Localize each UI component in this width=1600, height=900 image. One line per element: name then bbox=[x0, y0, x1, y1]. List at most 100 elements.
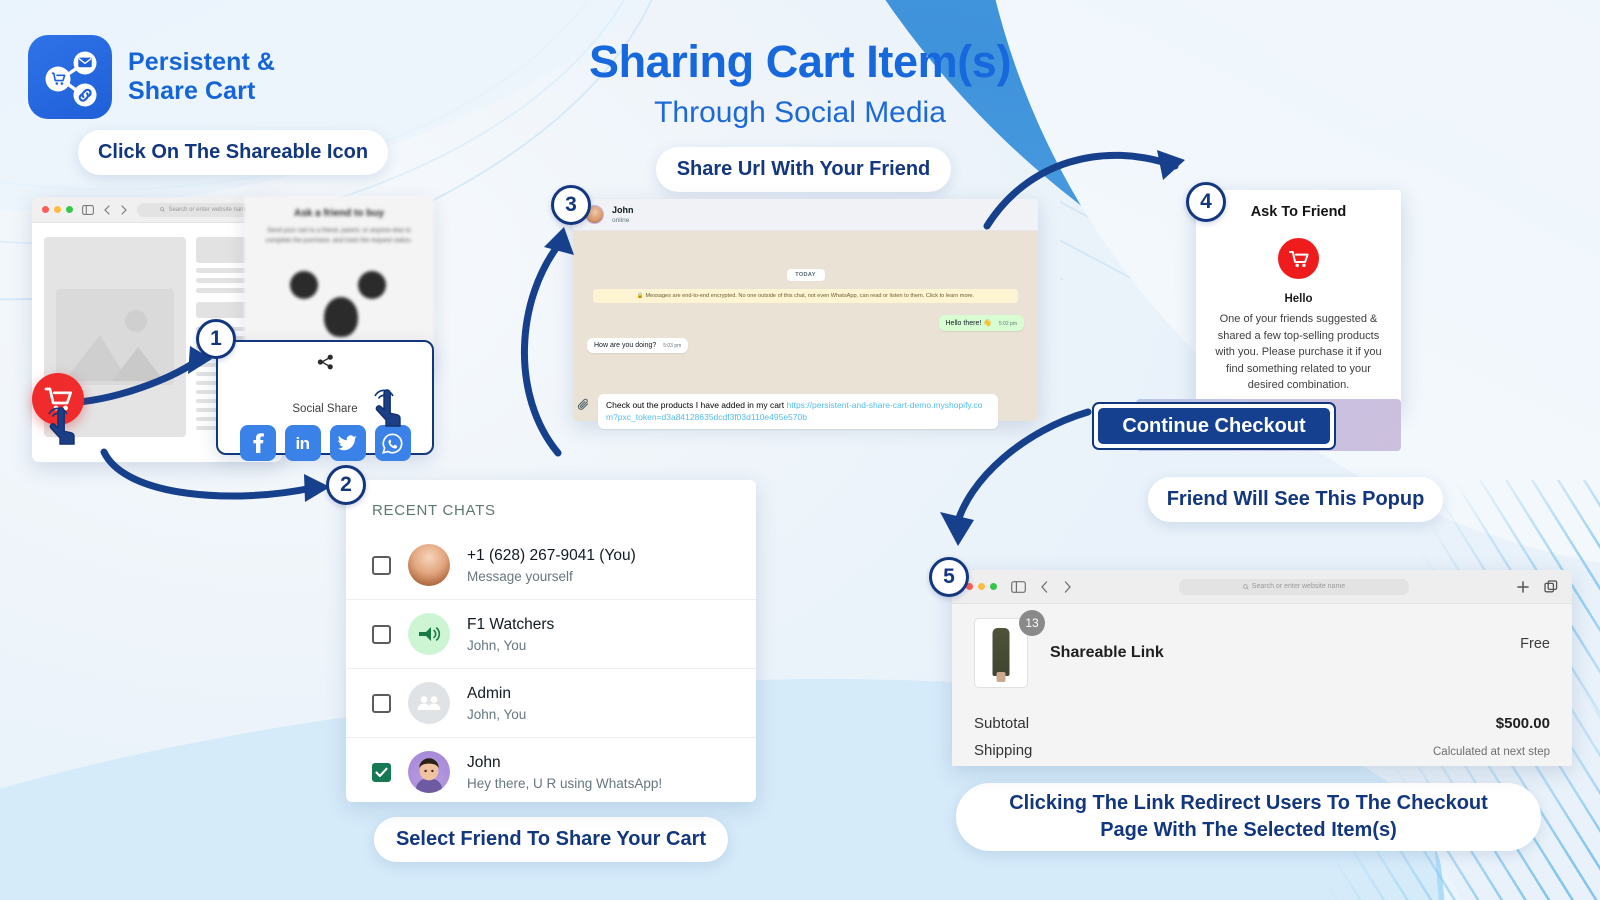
chat-subtitle: John, You bbox=[467, 706, 527, 722]
chat-name: F1 Watchers bbox=[467, 616, 555, 634]
shipping-row: Shipping Calculated at next step bbox=[974, 737, 1550, 764]
recent-chats-list: +1 (628) 267-9041 (You) Message yourself… bbox=[346, 531, 756, 802]
total-row: Total USD$500.00 bbox=[974, 764, 1550, 766]
order-line-item: 13 Shareable Link bbox=[974, 610, 1550, 688]
maximize-window-button[interactable] bbox=[66, 206, 73, 213]
list-item[interactable]: +1 (628) 267-9041 (You) Message yourself bbox=[346, 531, 756, 599]
back-arrow-icon[interactable] bbox=[103, 204, 111, 215]
address-bar-placeholder: Search or enter website name bbox=[1251, 583, 1346, 590]
chat-name: +1 (628) 267-9041 (You) bbox=[467, 547, 636, 565]
continue-checkout-button[interactable]: Continue Checkout bbox=[1092, 402, 1336, 450]
forward-arrow-icon[interactable] bbox=[1063, 580, 1072, 593]
callout-share-url-with-friend: Share Url With Your Friend bbox=[656, 147, 951, 192]
hand-pointer-icon bbox=[370, 382, 412, 435]
encryption-notice[interactable]: 🔒 Messages are end-to-end encrypted. No … bbox=[593, 289, 1018, 303]
avatar bbox=[408, 544, 450, 586]
checkout-browser-window: Search or enter website name 13 Shareabl… bbox=[952, 570, 1572, 766]
minimize-window-button[interactable] bbox=[54, 206, 61, 213]
chat-name: John bbox=[467, 754, 501, 772]
list-item[interactable]: John Hey there, U R using WhatsApp! bbox=[346, 737, 756, 802]
address-bar[interactable]: Search or enter website name bbox=[1179, 578, 1409, 595]
ask-a-friend-title: Ask a friend to buy bbox=[293, 208, 384, 219]
callout-clicking-link-redirect: Clicking The Link Redirect Users To The … bbox=[956, 783, 1541, 851]
checkout-order-summary: 13 Shareable Link Free Subtotal $500.00 … bbox=[952, 604, 1572, 766]
close-window-button[interactable] bbox=[42, 206, 49, 213]
search-icon bbox=[160, 207, 166, 212]
image-icon bbox=[56, 289, 174, 385]
friend-avatars-group bbox=[244, 255, 434, 337]
chat-header: John online bbox=[573, 199, 1038, 231]
message-time: 5:03 pm bbox=[663, 343, 682, 349]
infographic-canvas: Persistent & Share Cart Sharing Cart Ite… bbox=[0, 0, 1600, 900]
list-item[interactable]: Admin John, You bbox=[346, 668, 756, 737]
popup-body-text: One of your friends suggested & shared a… bbox=[1215, 313, 1382, 391]
message-text: Hello there! 👋 bbox=[945, 320, 992, 327]
chat-day-divider: TODAY bbox=[786, 269, 825, 281]
link-message-prefix: Check out the products I have added in m… bbox=[606, 400, 787, 410]
maximize-window-button[interactable] bbox=[990, 583, 997, 590]
callout-select-friend-to-share: Select Friend To Share Your Cart bbox=[374, 817, 728, 862]
ask-a-friend-description: Send your cart to a friend, parent, or a… bbox=[265, 227, 413, 245]
step-badge-3: 3 bbox=[551, 185, 591, 225]
chat-subtitle: Hey there, U R using WhatsApp! bbox=[467, 775, 663, 791]
chat-message-outgoing: Hello there! 👋 5:02 pm bbox=[587, 315, 1024, 331]
recent-chats-heading: RECENT CHATS bbox=[372, 502, 496, 519]
sidebar-toggle-icon[interactable] bbox=[1011, 580, 1026, 593]
order-totals: Subtotal $500.00 Shipping Calculated at … bbox=[974, 710, 1550, 766]
chat-contact-name: John bbox=[612, 205, 634, 216]
step-badge-1: 1 bbox=[196, 319, 236, 359]
encryption-notice-text: Messages are end-to-end encrypted. No on… bbox=[645, 293, 975, 299]
group-icon bbox=[408, 682, 450, 724]
callout-line-1: Clicking The Link Redirect Users To The … bbox=[1009, 792, 1488, 814]
subtotal-row: Subtotal $500.00 bbox=[974, 710, 1550, 737]
recent-chats-card: RECENT CHATS +1 (628) 267-9041 (You) Mes… bbox=[346, 480, 756, 802]
message-time: 5:02 pm bbox=[998, 321, 1017, 327]
facebook-share-button[interactable] bbox=[239, 425, 276, 461]
paperclip-icon bbox=[577, 398, 590, 416]
social-share-buttons: in bbox=[218, 389, 432, 461]
window-controls[interactable] bbox=[42, 206, 73, 213]
plus-icon[interactable] bbox=[1516, 580, 1530, 594]
order-item-name: Shareable Link bbox=[1050, 644, 1164, 661]
linkedin-glyph: in bbox=[295, 433, 310, 453]
browser-toolbar: Search or enter website name bbox=[952, 570, 1572, 604]
link-message-bubble: Check out the products I have added in m… bbox=[598, 394, 998, 429]
callout-line-2: Page With The Selected Item(s) bbox=[1100, 819, 1397, 841]
ask-to-friend-popup: Ask To Friend Hello One of your friends … bbox=[1196, 190, 1401, 410]
continue-checkout-label: Continue Checkout bbox=[1098, 408, 1330, 444]
chat-name: Admin bbox=[467, 685, 511, 703]
chat-checkbox[interactable] bbox=[372, 762, 391, 782]
shared-cart-link-message: Check out the products I have added in m… bbox=[573, 386, 1038, 429]
back-arrow-icon[interactable] bbox=[1040, 580, 1049, 593]
chat-subtitle: John, You bbox=[467, 637, 527, 653]
window-controls[interactable] bbox=[966, 583, 997, 590]
callout-friend-will-see-popup: Friend Will See This Popup bbox=[1148, 477, 1443, 522]
social-share-panel: Social Share in bbox=[216, 340, 434, 461]
popup-greeting: Hello bbox=[1284, 293, 1313, 305]
order-item-price: Free bbox=[1520, 636, 1550, 652]
chat-contact-status: online bbox=[612, 216, 630, 224]
chat-checkbox[interactable] bbox=[372, 693, 391, 713]
copy-tabs-icon[interactable] bbox=[1544, 579, 1558, 594]
forward-arrow-icon[interactable] bbox=[120, 204, 128, 215]
avatar bbox=[408, 751, 450, 793]
page-subtitle: Through Social Media bbox=[654, 96, 946, 129]
megaphone-icon bbox=[408, 613, 450, 655]
minimize-window-button[interactable] bbox=[978, 583, 985, 590]
quantity-badge: 13 bbox=[1019, 610, 1045, 636]
search-icon bbox=[1243, 583, 1249, 590]
step-badge-4: 4 bbox=[1186, 182, 1226, 222]
linkedin-share-button[interactable]: in bbox=[284, 425, 321, 461]
twitter-share-button[interactable] bbox=[329, 425, 366, 461]
hand-pointer-icon bbox=[44, 400, 86, 453]
subtotal-value: $500.00 bbox=[1495, 715, 1550, 732]
sidebar-toggle-icon[interactable] bbox=[82, 204, 94, 215]
shopping-cart-icon bbox=[1278, 238, 1319, 279]
message-text: How are you doing? bbox=[594, 342, 657, 349]
step-badge-5: 5 bbox=[929, 557, 969, 597]
step-badge-2: 2 bbox=[326, 465, 366, 505]
chat-checkbox[interactable] bbox=[372, 624, 391, 644]
chat-checkbox[interactable] bbox=[372, 555, 391, 575]
chat-message-incoming: How are you doing? 5:03 pm bbox=[587, 338, 1024, 353]
list-item[interactable]: F1 Watchers John, You bbox=[346, 599, 756, 668]
